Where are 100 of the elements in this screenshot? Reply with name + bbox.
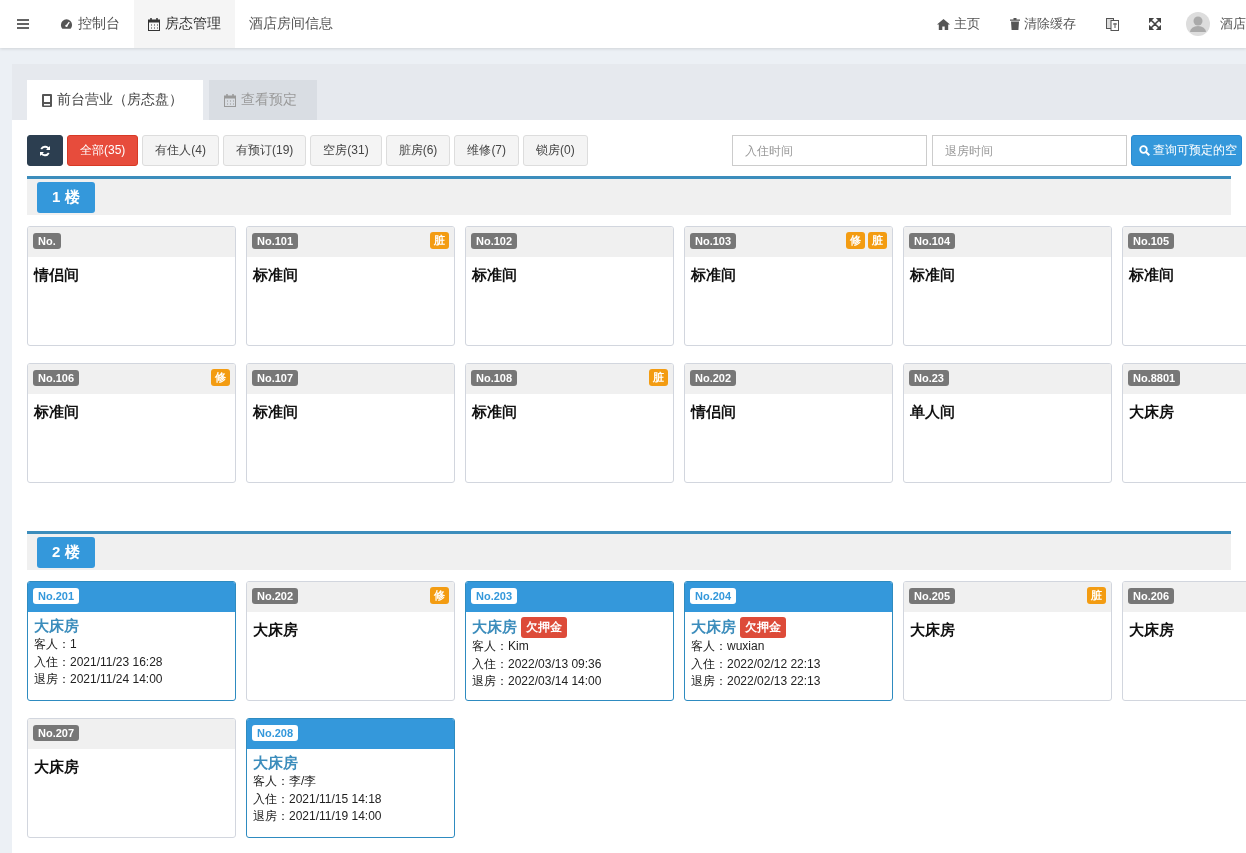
room-type: 大床房 bbox=[472, 618, 517, 637]
room-number: No.204 bbox=[690, 588, 737, 604]
room-card[interactable]: No.23 单人间 bbox=[903, 363, 1112, 483]
nav-link[interactable]: 主页 bbox=[922, 0, 995, 48]
dashboard-icon bbox=[60, 18, 73, 30]
status-tag: 修 bbox=[430, 587, 449, 604]
room-card[interactable]: No.201 大床房 客人：1 入住：2021/11/23 16:28 退房：2021/11/24 14:00 bbox=[27, 581, 236, 701]
trash-icon bbox=[1010, 18, 1020, 30]
refresh-icon bbox=[39, 144, 51, 157]
room-type: 大床房 bbox=[691, 618, 736, 637]
room-number: No.8801 bbox=[1128, 370, 1181, 386]
floor-label: 1 楼 bbox=[37, 181, 95, 213]
guest-info: 客人：李/李 bbox=[253, 773, 318, 790]
guest-info: 入住：2021/11/23 16:28 bbox=[34, 653, 164, 671]
status-tag: 脏 bbox=[1087, 587, 1106, 604]
room-type: 标准间 bbox=[1129, 266, 1174, 285]
room-card[interactable]: No.101 脏 标准间 bbox=[246, 226, 455, 346]
room-card[interactable]: No.202 情侣间 bbox=[684, 363, 893, 483]
calendar-icon bbox=[224, 93, 236, 107]
room-card[interactable]: No.102 标准间 bbox=[465, 226, 674, 346]
refresh-button[interactable] bbox=[27, 135, 63, 166]
filter-button[interactable]: 锁房(0) bbox=[523, 135, 588, 166]
room-card[interactable]: No.204 大床房 欠押金 客人：wuxian 入住：2022/02/12 22:13 退房：2022/02/13 22:13 bbox=[684, 581, 893, 701]
room-type: 大床房 bbox=[1129, 403, 1174, 422]
room-type: 大床房 bbox=[1129, 621, 1174, 640]
deposit-alert: 欠押金 bbox=[521, 617, 567, 638]
guest-info: 入住：2022/02/12 22:13 bbox=[691, 655, 822, 673]
room-number: No.205 bbox=[909, 588, 956, 604]
user-name[interactable]: 酒店 bbox=[1220, 15, 1246, 33]
filter-button[interactable]: 全部(35) bbox=[67, 135, 139, 166]
checkout-field[interactable]: 退房时间 bbox=[931, 135, 1127, 166]
search-icon bbox=[1138, 145, 1150, 156]
room-number: No.23 bbox=[909, 370, 949, 386]
translate-icon bbox=[1106, 17, 1119, 31]
room-card[interactable]: No.108 脏 标准间 bbox=[465, 363, 674, 483]
room-number: No.103 bbox=[690, 233, 737, 249]
calendar-icon bbox=[148, 17, 160, 31]
room-card[interactable]: No.8801 大床房 bbox=[1122, 363, 1246, 483]
room-type: 大床房 bbox=[253, 754, 298, 773]
filter-button[interactable]: 脏房(6) bbox=[385, 135, 451, 166]
room-card[interactable]: No.208 大床房 客人：李/李 入住：2021/11/15 14:18 退房：2021/11/19 14:00 bbox=[246, 718, 455, 838]
room-card[interactable]: No.103 修 脏 标准间 bbox=[684, 226, 893, 346]
room-card[interactable]: No.105 标准间 bbox=[1122, 226, 1246, 346]
guest-info: 客人：wuxian bbox=[691, 638, 766, 655]
guest-info: 退房：2021/11/24 14:00 bbox=[34, 671, 164, 688]
room-number: No.201 bbox=[33, 588, 80, 604]
nav-tab[interactable]: 控制台 bbox=[46, 0, 134, 48]
room-number: No.202 bbox=[690, 370, 737, 386]
menu-icon bbox=[17, 19, 29, 29]
room-type: 大床房 bbox=[34, 758, 79, 777]
nav-link[interactable]: 清除缓存 bbox=[995, 0, 1091, 48]
room-number: No.102 bbox=[471, 233, 518, 249]
guest-info: 客人：1 bbox=[34, 636, 78, 653]
room-number: No.107 bbox=[252, 370, 299, 386]
guest-info: 客人：Kim bbox=[472, 638, 530, 655]
tab[interactable]: 前台营业（房态盘） bbox=[27, 80, 203, 120]
room-number: No.203 bbox=[471, 588, 518, 604]
room-number: No.105 bbox=[1128, 233, 1175, 249]
filter-button[interactable]: 维修(7) bbox=[454, 135, 520, 166]
room-type: 情侣间 bbox=[34, 266, 79, 285]
room-card[interactable]: No.104 标准间 bbox=[903, 226, 1112, 346]
room-card[interactable]: No.202 修 大床房 bbox=[246, 581, 455, 701]
status-tag: 修 bbox=[846, 232, 865, 249]
room-card[interactable]: No. 情侣间 bbox=[27, 226, 236, 346]
status-tag: 脏 bbox=[868, 232, 887, 249]
room-number: No.108 bbox=[471, 370, 518, 386]
room-number: No.207 bbox=[33, 725, 80, 741]
status-tag: 脏 bbox=[430, 232, 449, 249]
guest-info: 退房：2022/02/13 22:13 bbox=[691, 673, 822, 690]
book-icon bbox=[42, 93, 52, 107]
room-card[interactable]: No.107 标准间 bbox=[246, 363, 455, 483]
room-type: 单人间 bbox=[910, 403, 955, 422]
room-number: No.208 bbox=[252, 725, 299, 741]
room-type: 标准间 bbox=[691, 266, 736, 285]
room-type: 标准间 bbox=[472, 266, 517, 285]
filter-button[interactable]: 有预订(19) bbox=[223, 135, 307, 166]
room-number: No.104 bbox=[909, 233, 956, 249]
room-card[interactable]: No.206 大床房 bbox=[1122, 581, 1246, 701]
room-type: 标准间 bbox=[472, 403, 517, 422]
room-type: 大床房 bbox=[253, 621, 298, 640]
status-tag: 修 bbox=[211, 369, 230, 386]
nav-tab[interactable]: 酒店房间信息 bbox=[235, 0, 347, 48]
room-card[interactable]: No.106 修 标准间 bbox=[27, 363, 236, 483]
filter-button[interactable]: 有住人(4) bbox=[142, 135, 219, 166]
room-type: 大床房 bbox=[910, 621, 955, 640]
room-card[interactable]: No.205 脏 大床房 bbox=[903, 581, 1112, 701]
room-card[interactable]: No.203 大床房 欠押金 客人：Kim 入住：2022/03/13 09:36 退房：2022/03/14 14:00 bbox=[465, 581, 674, 701]
nav-tab[interactable]: 房态管理 bbox=[134, 0, 235, 48]
room-number: No.206 bbox=[1128, 588, 1175, 604]
room-card[interactable]: No.207 大床房 bbox=[27, 718, 236, 838]
floor-label: 2 楼 bbox=[37, 536, 95, 568]
room-type: 标准间 bbox=[910, 266, 955, 285]
room-type: 标准间 bbox=[253, 266, 298, 285]
room-number: No. bbox=[33, 233, 61, 249]
filter-button[interactable]: 空房(31) bbox=[310, 135, 382, 166]
guest-info: 退房：2022/03/14 14:00 bbox=[472, 673, 603, 690]
home-icon bbox=[937, 18, 950, 30]
room-number: No.106 bbox=[33, 370, 80, 386]
checkin-field[interactable]: 入住时间 bbox=[731, 135, 927, 166]
room-type: 情侣间 bbox=[691, 403, 736, 422]
